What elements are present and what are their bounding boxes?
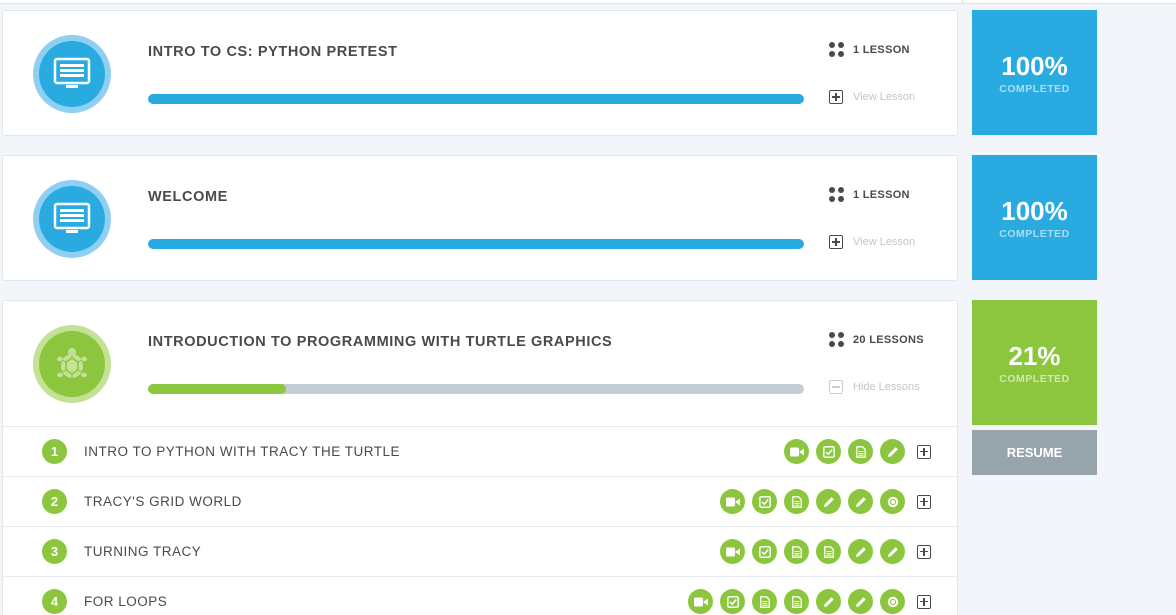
expand-plus-icon: [829, 235, 843, 249]
module-header: INTRO TO CS: PYTHON PRETEST 1 LESSON Vie…: [3, 11, 957, 136]
document-icon[interactable]: [848, 439, 873, 464]
completion-label: COMPLETED: [999, 372, 1070, 385]
view-lesson-toggle[interactable]: View Lesson: [829, 235, 915, 249]
lesson-row[interactable]: 4 FOR LOOPS: [3, 576, 957, 615]
hide-lessons-toggle[interactable]: Hide Lessons: [829, 380, 920, 394]
lesson-count-label: 1 LESSON: [853, 43, 910, 56]
lesson-count: 1 LESSON: [829, 42, 910, 57]
expand-plus-icon[interactable]: [917, 444, 931, 459]
view-lesson-label: View Lesson: [853, 91, 916, 103]
grid-dots-icon: [829, 42, 844, 57]
pencil-icon[interactable]: [880, 539, 905, 564]
hide-lessons-label: Hide Lessons: [853, 381, 920, 393]
document-icon[interactable]: [816, 539, 841, 564]
lesson-number-badge: 4: [42, 589, 67, 614]
lesson-number-badge: 3: [42, 539, 67, 564]
collapse-minus-icon: [829, 380, 843, 394]
lesson-number-badge: 2: [42, 489, 67, 514]
lesson-number-badge: 1: [42, 439, 67, 464]
pencil-icon[interactable]: [816, 489, 841, 514]
progress-fill: [148, 239, 804, 249]
completion-label: COMPLETED: [999, 227, 1070, 240]
top-border: [0, 0, 1176, 4]
lesson-list: 1 INTRO TO PYTHON WITH TRACY THE TURTLE 2 T…: [3, 426, 957, 615]
grid-dots-icon: [829, 187, 844, 202]
lesson-row[interactable]: 1 INTRO TO PYTHON WITH TRACY THE TURTLE: [3, 426, 957, 476]
activity-icons: [688, 589, 931, 614]
module-card-turtle-graphics: INTRODUCTION TO PROGRAMMING WITH TURTLE …: [2, 300, 958, 615]
expand-plus-icon: [829, 90, 843, 104]
lesson-count-label: 1 LESSON: [853, 188, 910, 201]
view-lesson-label: View Lesson: [853, 236, 916, 248]
quiz-check-icon[interactable]: [752, 539, 777, 564]
lesson-count: 20 LESSONS: [829, 332, 924, 347]
completion-status-tile: 21% COMPLETED: [972, 300, 1097, 425]
badge-icon[interactable]: [880, 489, 905, 514]
quiz-check-icon[interactable]: [816, 439, 841, 464]
module-title: INTRO TO CS: PYTHON PRETEST: [148, 44, 398, 60]
turtle-icon: [33, 325, 111, 403]
progress-bar: [148, 239, 804, 249]
document-icon[interactable]: [784, 589, 809, 614]
document-icon[interactable]: [784, 489, 809, 514]
lesson-title[interactable]: TRACY'S GRID WORLD: [84, 494, 242, 509]
activity-icons: [720, 539, 931, 564]
lesson-row[interactable]: 3 TURNING TRACY: [3, 526, 957, 576]
view-lesson-toggle[interactable]: View Lesson: [829, 90, 915, 104]
module-card-welcome: WELCOME 1 LESSON View Lesson: [2, 155, 958, 281]
lesson-row[interactable]: 2 TRACY'S GRID WORLD: [3, 476, 957, 526]
quiz-check-icon[interactable]: [752, 489, 777, 514]
activity-icons: [720, 489, 931, 514]
module-header: INTRODUCTION TO PROGRAMMING WITH TURTLE …: [3, 301, 957, 426]
module-title: INTRODUCTION TO PROGRAMMING WITH TURTLE …: [148, 334, 613, 350]
lesson-title[interactable]: INTRO TO PYTHON WITH TRACY THE TURTLE: [84, 444, 400, 459]
resume-button[interactable]: RESUME: [972, 430, 1097, 475]
pencil-icon[interactable]: [848, 489, 873, 514]
monitor-icon: [33, 180, 111, 258]
grid-dots-icon: [829, 332, 844, 347]
lesson-title[interactable]: FOR LOOPS: [84, 594, 167, 609]
expand-plus-icon[interactable]: [917, 544, 931, 559]
lesson-count: 1 LESSON: [829, 187, 910, 202]
completion-percent: 21%: [1008, 340, 1061, 371]
completion-label: COMPLETED: [999, 82, 1070, 95]
lesson-title[interactable]: TURNING TRACY: [84, 544, 201, 559]
module-card-python-pretest: INTRO TO CS: PYTHON PRETEST 1 LESSON Vie…: [2, 10, 958, 136]
expand-plus-icon[interactable]: [917, 594, 931, 609]
quiz-check-icon[interactable]: [720, 589, 745, 614]
pencil-icon[interactable]: [880, 439, 905, 464]
progress-bar: [148, 94, 804, 104]
lesson-count-label: 20 LESSONS: [853, 333, 924, 346]
document-icon[interactable]: [784, 539, 809, 564]
activity-icons: [784, 439, 931, 464]
module-title: WELCOME: [148, 189, 228, 205]
pencil-icon[interactable]: [848, 539, 873, 564]
completion-percent: 100%: [1001, 50, 1068, 81]
document-icon[interactable]: [752, 589, 777, 614]
monitor-icon: [33, 35, 111, 113]
video-icon[interactable]: [720, 539, 745, 564]
expand-plus-icon[interactable]: [917, 494, 931, 509]
pencil-icon[interactable]: [816, 589, 841, 614]
module-header: WELCOME 1 LESSON View Lesson: [3, 156, 957, 281]
badge-icon[interactable]: [880, 589, 905, 614]
progress-bar: [148, 384, 804, 394]
pencil-icon[interactable]: [848, 589, 873, 614]
video-icon[interactable]: [784, 439, 809, 464]
progress-fill: [148, 384, 286, 394]
progress-fill: [148, 94, 804, 104]
completion-status-tile: 100% COMPLETED: [972, 155, 1097, 280]
completion-percent: 100%: [1001, 195, 1068, 226]
video-icon[interactable]: [688, 589, 713, 614]
completion-status-tile: 100% COMPLETED: [972, 10, 1097, 135]
video-icon[interactable]: [720, 489, 745, 514]
